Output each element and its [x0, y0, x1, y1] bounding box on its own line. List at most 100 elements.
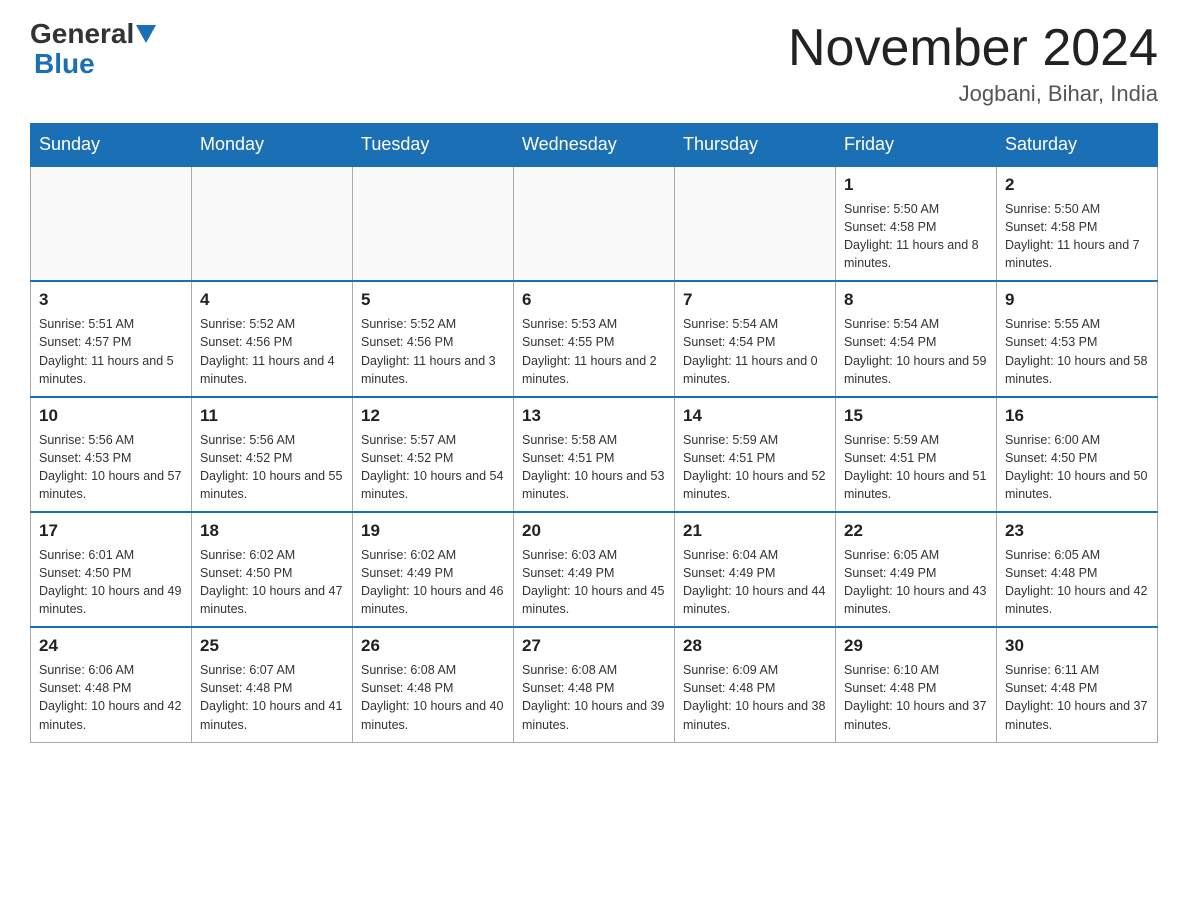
col-header-saturday: Saturday — [997, 124, 1158, 167]
day-info: Sunrise: 5:55 AMSunset: 4:53 PMDaylight:… — [1005, 315, 1149, 388]
week-row-2: 3 Sunrise: 5:51 AMSunset: 4:57 PMDaylight… — [31, 281, 1158, 396]
day-info: Sunrise: 6:10 AMSunset: 4:48 PMDaylight:… — [844, 661, 988, 734]
calendar-cell: 5 Sunrise: 5:52 AMSunset: 4:56 PMDaylight… — [353, 281, 514, 396]
day-info: Sunrise: 6:06 AMSunset: 4:48 PMDaylight:… — [39, 661, 183, 734]
calendar-cell: 14 Sunrise: 5:59 AMSunset: 4:51 PMDayligh… — [675, 397, 836, 512]
calendar-cell: 3 Sunrise: 5:51 AMSunset: 4:57 PMDaylight… — [31, 281, 192, 396]
calendar-cell: 30 Sunrise: 6:11 AMSunset: 4:48 PMDayligh… — [997, 627, 1158, 742]
calendar-cell — [514, 166, 675, 281]
day-number: 2 — [1005, 173, 1149, 197]
calendar-cell — [353, 166, 514, 281]
day-info: Sunrise: 6:05 AMSunset: 4:48 PMDaylight:… — [1005, 546, 1149, 619]
calendar-cell: 2Sunrise: 5:50 AMSunset: 4:58 PMDaylight… — [997, 166, 1158, 281]
calendar-cell: 15 Sunrise: 5:59 AMSunset: 4:51 PMDayligh… — [836, 397, 997, 512]
day-number: 11 — [200, 404, 344, 428]
day-info: Sunrise: 5:59 AMSunset: 4:51 PMDaylight:… — [844, 431, 988, 504]
day-number: 1 — [844, 173, 988, 197]
day-info: Sunrise: 6:07 AMSunset: 4:48 PMDaylight:… — [200, 661, 344, 734]
day-info: Sunrise: 5:57 AMSunset: 4:52 PMDaylight:… — [361, 431, 505, 504]
day-info: Sunrise: 6:04 AMSunset: 4:49 PMDaylight:… — [683, 546, 827, 619]
col-header-sunday: Sunday — [31, 124, 192, 167]
day-number: 9 — [1005, 288, 1149, 312]
day-number: 13 — [522, 404, 666, 428]
day-info: Sunrise: 6:00 AMSunset: 4:50 PMDaylight:… — [1005, 431, 1149, 504]
calendar-cell — [31, 166, 192, 281]
day-info: Sunrise: 6:01 AMSunset: 4:50 PMDaylight:… — [39, 546, 183, 619]
calendar-cell: 29 Sunrise: 6:10 AMSunset: 4:48 PMDayligh… — [836, 627, 997, 742]
day-info: Sunrise: 6:02 AMSunset: 4:49 PMDaylight:… — [361, 546, 505, 619]
day-number: 19 — [361, 519, 505, 543]
week-row-1: 1 Sunrise: 5:50 AMSunset: 4:58 PMDaylight… — [31, 166, 1158, 281]
day-number: 15 — [844, 404, 988, 428]
calendar-cell: 25 Sunrise: 6:07 AMSunset: 4:48 PMDayligh… — [192, 627, 353, 742]
day-info: Sunrise: 5:56 AMSunset: 4:53 PMDaylight:… — [39, 431, 183, 504]
day-info: Sunrise: 6:11 AMSunset: 4:48 PMDaylight:… — [1005, 661, 1149, 734]
week-row-3: 10Sunrise: 5:56 AMSunset: 4:53 PMDayligh… — [31, 397, 1158, 512]
col-header-friday: Friday — [836, 124, 997, 167]
week-row-4: 17 Sunrise: 6:01 AMSunset: 4:50 PMDayligh… — [31, 512, 1158, 627]
calendar-table: SundayMondayTuesdayWednesdayThursdayFrid… — [30, 123, 1158, 742]
day-info: Sunrise: 5:58 AMSunset: 4:51 PMDaylight:… — [522, 431, 666, 504]
day-number: 24 — [39, 634, 183, 658]
calendar-cell: 12Sunrise: 5:57 AMSunset: 4:52 PMDayligh… — [353, 397, 514, 512]
day-info: Sunrise: 6:08 AMSunset: 4:48 PMDaylight:… — [361, 661, 505, 734]
day-number: 4 — [200, 288, 344, 312]
day-info: Sunrise: 5:59 AMSunset: 4:51 PMDaylight:… — [683, 431, 827, 504]
day-number: 20 — [522, 519, 666, 543]
day-number: 6 — [522, 288, 666, 312]
location-subtitle: Jogbani, Bihar, India — [788, 81, 1158, 107]
day-info: Sunrise: 6:05 AMSunset: 4:49 PMDaylight:… — [844, 546, 988, 619]
col-header-tuesday: Tuesday — [353, 124, 514, 167]
calendar-cell: 10Sunrise: 5:56 AMSunset: 4:53 PMDayligh… — [31, 397, 192, 512]
day-info: Sunrise: 6:09 AMSunset: 4:48 PMDaylight:… — [683, 661, 827, 734]
day-number: 28 — [683, 634, 827, 658]
calendar-cell: 17 Sunrise: 6:01 AMSunset: 4:50 PMDayligh… — [31, 512, 192, 627]
day-number: 16 — [1005, 404, 1149, 428]
calendar-cell: 9 Sunrise: 5:55 AMSunset: 4:53 PMDaylight… — [997, 281, 1158, 396]
day-info: Sunrise: 5:50 AMSunset: 4:58 PMDaylight:… — [844, 200, 988, 273]
calendar-cell: 1 Sunrise: 5:50 AMSunset: 4:58 PMDaylight… — [836, 166, 997, 281]
calendar-title-area: November 2024 Jogbani, Bihar, India — [788, 20, 1158, 107]
calendar-cell: 22 Sunrise: 6:05 AMSunset: 4:49 PMDayligh… — [836, 512, 997, 627]
calendar-cell — [675, 166, 836, 281]
col-header-thursday: Thursday — [675, 124, 836, 167]
calendar-header-row: SundayMondayTuesdayWednesdayThursdayFrid… — [31, 124, 1158, 167]
day-info: Sunrise: 5:51 AMSunset: 4:57 PMDaylight:… — [39, 315, 183, 388]
day-info: Sunrise: 6:03 AMSunset: 4:49 PMDaylight:… — [522, 546, 666, 619]
day-info: Sunrise: 5:53 AMSunset: 4:55 PMDaylight:… — [522, 315, 666, 388]
calendar-cell: 21Sunrise: 6:04 AMSunset: 4:49 PMDayligh… — [675, 512, 836, 627]
calendar-cell: 20 Sunrise: 6:03 AMSunset: 4:49 PMDayligh… — [514, 512, 675, 627]
day-number: 18 — [200, 519, 344, 543]
calendar-cell: 13 Sunrise: 5:58 AMSunset: 4:51 PMDayligh… — [514, 397, 675, 512]
day-number: 22 — [844, 519, 988, 543]
col-header-monday: Monday — [192, 124, 353, 167]
day-number: 25 — [200, 634, 344, 658]
calendar-cell: 19 Sunrise: 6:02 AMSunset: 4:49 PMDayligh… — [353, 512, 514, 627]
calendar-cell: 8Sunrise: 5:54 AMSunset: 4:54 PMDaylight… — [836, 281, 997, 396]
day-number: 26 — [361, 634, 505, 658]
calendar-cell: 6 Sunrise: 5:53 AMSunset: 4:55 PMDaylight… — [514, 281, 675, 396]
calendar-cell: 23 Sunrise: 6:05 AMSunset: 4:48 PMDayligh… — [997, 512, 1158, 627]
day-number: 27 — [522, 634, 666, 658]
day-number: 30 — [1005, 634, 1149, 658]
day-info: Sunrise: 5:54 AMSunset: 4:54 PMDaylight:… — [683, 315, 827, 388]
day-number: 23 — [1005, 519, 1149, 543]
day-number: 17 — [39, 519, 183, 543]
page-header: General Blue November 2024 Jogbani, Biha… — [30, 20, 1158, 107]
day-number: 14 — [683, 404, 827, 428]
day-info: Sunrise: 5:52 AMSunset: 4:56 PMDaylight:… — [361, 315, 505, 388]
day-info: Sunrise: 6:02 AMSunset: 4:50 PMDaylight:… — [200, 546, 344, 619]
calendar-cell: 11Sunrise: 5:56 AMSunset: 4:52 PMDayligh… — [192, 397, 353, 512]
calendar-cell: 7Sunrise: 5:54 AMSunset: 4:54 PMDaylight… — [675, 281, 836, 396]
day-number: 3 — [39, 288, 183, 312]
day-number: 29 — [844, 634, 988, 658]
day-info: Sunrise: 6:08 AMSunset: 4:48 PMDaylight:… — [522, 661, 666, 734]
col-header-wednesday: Wednesday — [514, 124, 675, 167]
logo: General Blue — [30, 20, 158, 80]
calendar-cell: 27 Sunrise: 6:08 AMSunset: 4:48 PMDayligh… — [514, 627, 675, 742]
calendar-cell: 16 Sunrise: 6:00 AMSunset: 4:50 PMDayligh… — [997, 397, 1158, 512]
day-number: 8 — [844, 288, 988, 312]
logo-triangle-icon — [136, 25, 156, 43]
day-number: 5 — [361, 288, 505, 312]
logo-blue-text: Blue — [34, 48, 95, 79]
